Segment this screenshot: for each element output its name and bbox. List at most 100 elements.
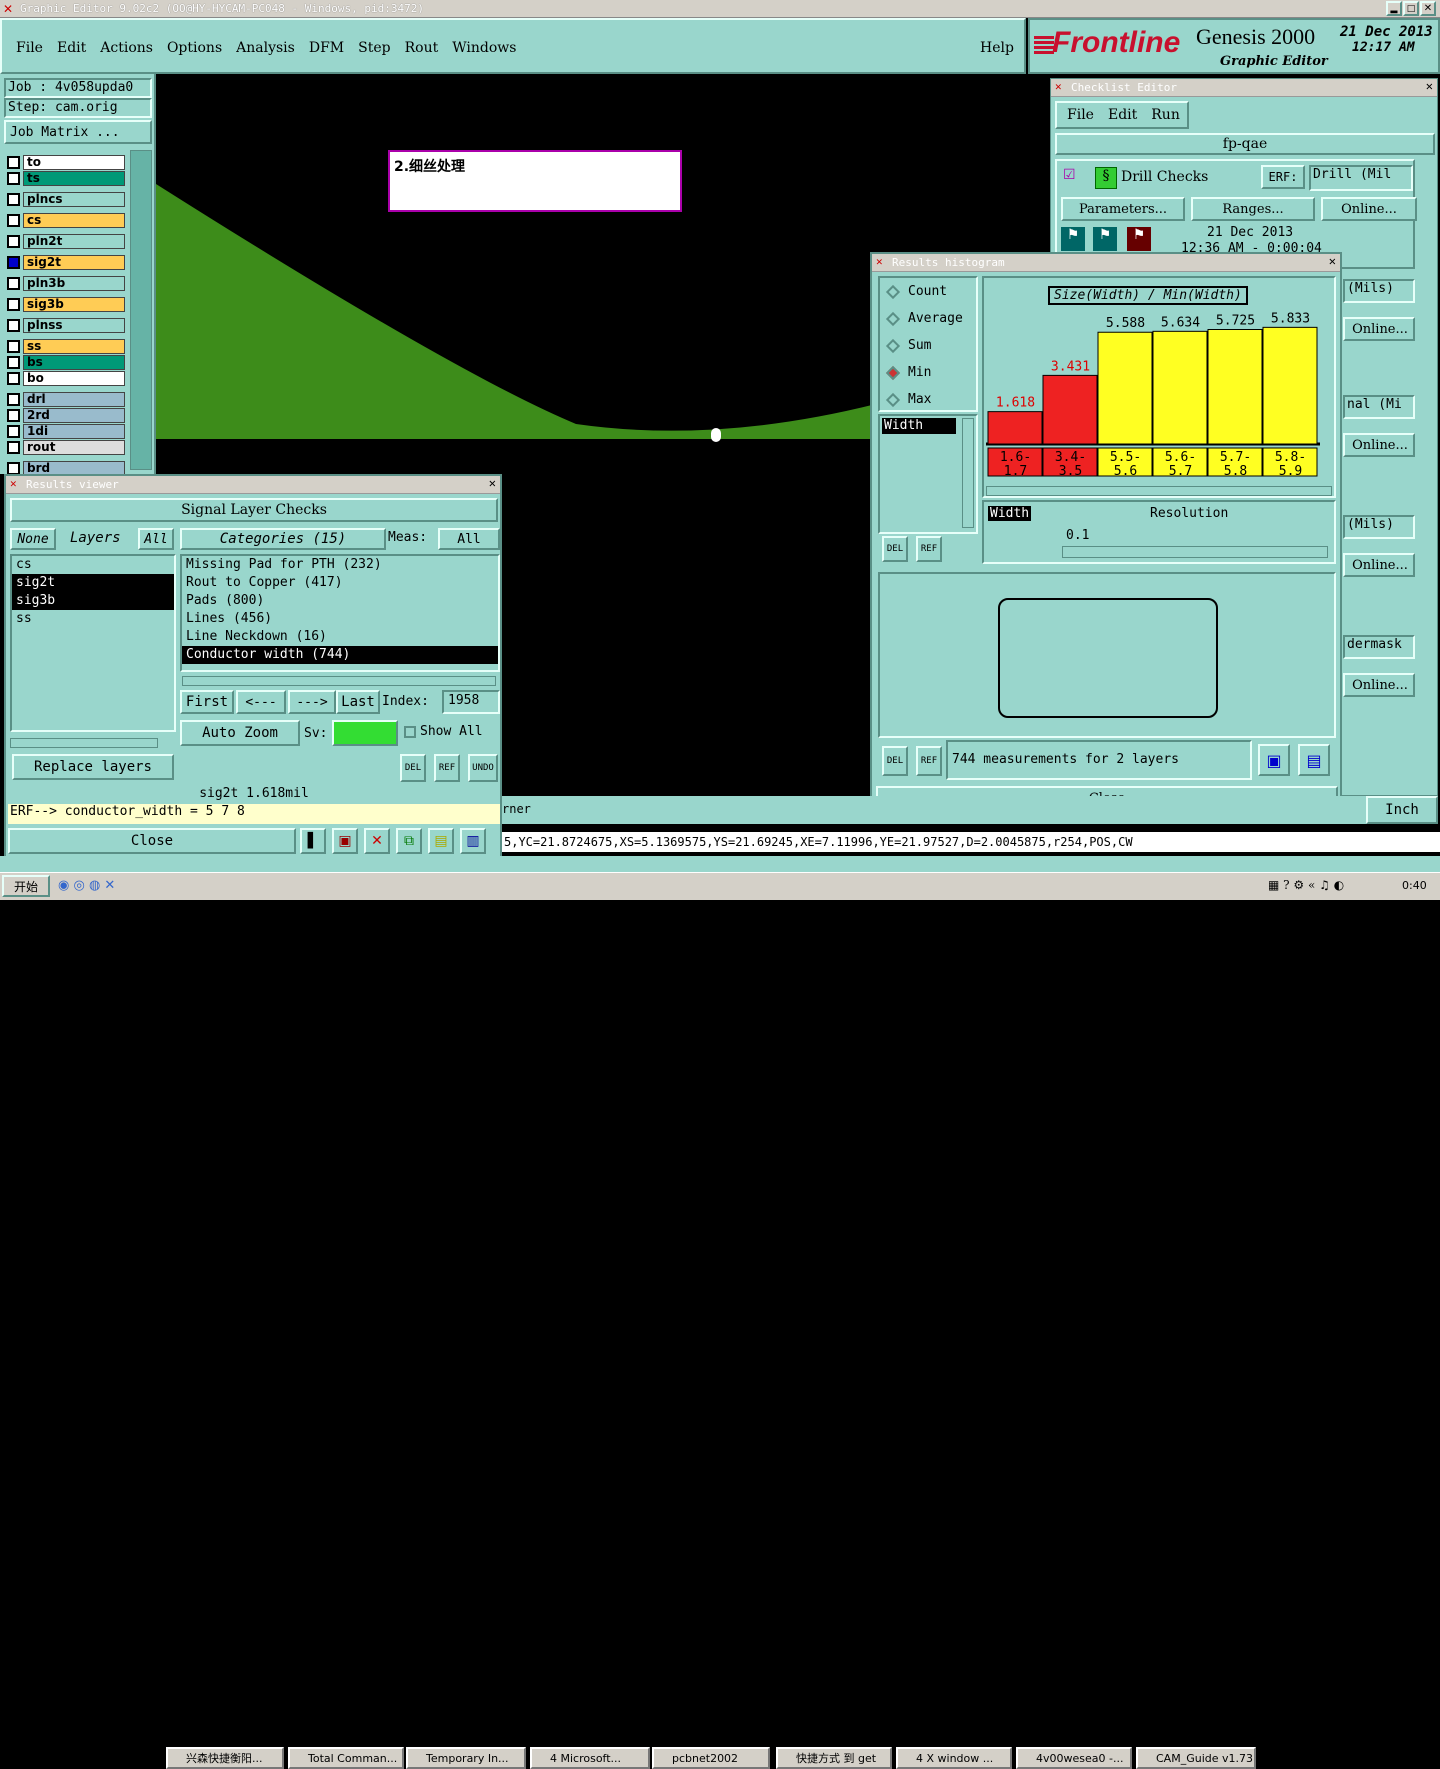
sv-color-select[interactable] xyxy=(332,720,398,746)
layer-checkbox[interactable] xyxy=(7,355,20,369)
first-button[interactable]: First xyxy=(180,690,234,714)
layer-checkbox[interactable] xyxy=(7,171,20,185)
option-sum[interactable]: Sum xyxy=(880,332,976,359)
index-input[interactable]: 1958 xyxy=(442,690,500,714)
option-count[interactable]: Count xyxy=(880,278,976,305)
attr-width[interactable]: Width xyxy=(882,418,956,434)
checklist-menu-file[interactable]: File xyxy=(1067,107,1094,123)
bar-5[interactable] xyxy=(1262,326,1318,445)
histogram-icon[interactable]: ▥ xyxy=(460,828,486,854)
option-min[interactable]: Min xyxy=(880,359,976,386)
all-layers-button[interactable]: All xyxy=(138,528,174,550)
run-icon-3[interactable]: ⚑ xyxy=(1127,227,1151,251)
undo-button[interactable]: UNDO xyxy=(468,754,498,782)
option-average[interactable]: Average xyxy=(880,305,976,332)
layer-checkbox[interactable] xyxy=(7,276,20,290)
layer-row-sig2t[interactable]: sig2t xyxy=(7,254,125,270)
parameters-button[interactable]: Parameters... xyxy=(1061,197,1185,221)
category-item[interactable]: Missing Pad for PTH (232) xyxy=(182,556,498,574)
layer-row-sig3b[interactable]: sig3b xyxy=(7,296,125,312)
online-button-1[interactable]: Online... xyxy=(1343,317,1415,341)
maximize-button[interactable]: □ xyxy=(1403,1,1419,16)
layer-row-to[interactable]: to xyxy=(7,154,125,170)
taskbar-item[interactable]: pcbnet2002 xyxy=(652,1747,770,1769)
layer-checkbox[interactable] xyxy=(7,424,20,438)
taskbar-item[interactable]: CAM_Guide v1.73 xyxy=(1136,1747,1256,1769)
zoom-icon[interactable]: ▤ xyxy=(1298,744,1330,776)
category-item[interactable]: Rout to Copper (417) xyxy=(182,574,498,592)
taskbar-item[interactable]: 4 X window ... xyxy=(896,1747,1012,1769)
taskbar-item[interactable]: Total Comman... xyxy=(288,1747,404,1769)
layer-row-pln3b[interactable]: pln3b xyxy=(7,275,125,291)
category-item[interactable]: Pads (800) xyxy=(182,592,498,610)
start-button[interactable]: 开始 xyxy=(2,875,50,897)
layer-row-drl[interactable]: drl xyxy=(7,391,125,407)
bar-2[interactable] xyxy=(1097,331,1153,445)
resolution-slider[interactable] xyxy=(1062,546,1328,558)
layer-scrollbar[interactable] xyxy=(130,150,152,470)
none-button[interactable]: None xyxy=(10,528,56,550)
chart-scrollbar[interactable] xyxy=(986,486,1332,496)
category-item[interactable]: Lines (456) xyxy=(182,610,498,628)
online-button[interactable]: Online... xyxy=(1321,197,1417,221)
meas-select[interactable]: All xyxy=(438,528,500,550)
layer-checkbox[interactable] xyxy=(7,297,20,311)
layer-row-1di[interactable]: 1di xyxy=(7,423,125,439)
online-button-3[interactable]: Online... xyxy=(1343,433,1415,457)
viewer-close-x[interactable]: ✕ xyxy=(489,476,496,490)
layer-row-2rd[interactable]: 2rd xyxy=(7,407,125,423)
box-tool-icon[interactable]: ▣ xyxy=(332,828,358,854)
bar-1[interactable] xyxy=(1042,374,1098,445)
result-layer-item[interactable]: cs xyxy=(12,556,174,574)
menu-analysis[interactable]: Analysis xyxy=(236,40,295,56)
layer-row-rout[interactable]: rout xyxy=(7,439,125,455)
layer-row-ss[interactable]: ss xyxy=(7,338,125,354)
ref-button[interactable]: REF xyxy=(916,536,942,562)
layer-checkbox[interactable] xyxy=(7,213,20,227)
layer-row-bo[interactable]: bo xyxy=(7,370,125,386)
category-scroll[interactable] xyxy=(182,676,496,686)
taskbar-item[interactable]: 快捷方式 到 get xyxy=(776,1747,892,1769)
prev-button[interactable]: <--- xyxy=(236,690,286,714)
del-button-2[interactable]: DEL xyxy=(882,746,908,776)
report-icon[interactable]: ▤ xyxy=(428,828,454,854)
ref-button-3[interactable]: REF xyxy=(434,754,460,782)
ref-button-2[interactable]: REF xyxy=(916,746,942,776)
check-checkbox[interactable]: ☑ xyxy=(1063,167,1076,183)
show-all-checkbox[interactable] xyxy=(404,726,416,738)
bar-4[interactable] xyxy=(1207,329,1263,445)
taskbar-item[interactable]: Temporary In... xyxy=(406,1747,526,1769)
taskbar-item[interactable]: 4v00wesea0 -... xyxy=(1016,1747,1132,1769)
layer-checkbox[interactable] xyxy=(7,234,20,248)
menu-dfm[interactable]: DFM xyxy=(309,40,344,56)
bar-3[interactable] xyxy=(1152,330,1208,445)
layer-checkbox[interactable] xyxy=(7,440,20,454)
menu-options[interactable]: Options xyxy=(167,40,222,56)
layer-row-ts[interactable]: ts xyxy=(7,170,125,186)
category-item[interactable]: Conductor width (744) xyxy=(182,646,498,664)
checklist-menu-run[interactable]: Run xyxy=(1151,107,1180,123)
layer-row-bs[interactable]: bs xyxy=(7,354,125,370)
result-layer-item[interactable]: sig3b xyxy=(12,592,174,610)
del-button-3[interactable]: DEL xyxy=(400,754,426,782)
del-button[interactable]: DEL xyxy=(882,536,908,562)
chart-tool-icon[interactable]: ▌ xyxy=(300,828,326,854)
category-item[interactable]: Line Neckdown (16) xyxy=(182,628,498,646)
number-tool-icon[interactable]: ⧉ xyxy=(396,828,422,854)
run-icon[interactable]: ⚑ xyxy=(1061,227,1085,251)
checklist-menu-edit[interactable]: Edit xyxy=(1108,107,1137,123)
option-max[interactable]: Max xyxy=(880,386,976,413)
menu-step[interactable]: Step xyxy=(358,40,390,56)
minimize-button[interactable]: ▂ xyxy=(1386,1,1402,16)
viewer-close-button[interactable]: Close xyxy=(8,828,296,854)
histogram-close-x[interactable]: ✕ xyxy=(1329,254,1336,268)
layer-checkbox[interactable] xyxy=(7,192,20,206)
layer-list-hscroll[interactable] xyxy=(10,738,158,748)
erf-button[interactable]: ERF: xyxy=(1261,165,1305,189)
layer-row-plnss[interactable]: plnss xyxy=(7,317,125,333)
taskbar-item[interactable]: 4 Microsoft... xyxy=(530,1747,650,1769)
menu-file[interactable]: File xyxy=(16,40,43,56)
last-button[interactable]: Last xyxy=(336,690,380,714)
run-icon-2[interactable]: ⚑ xyxy=(1093,227,1117,251)
units-select[interactable]: Inch xyxy=(1366,796,1438,824)
